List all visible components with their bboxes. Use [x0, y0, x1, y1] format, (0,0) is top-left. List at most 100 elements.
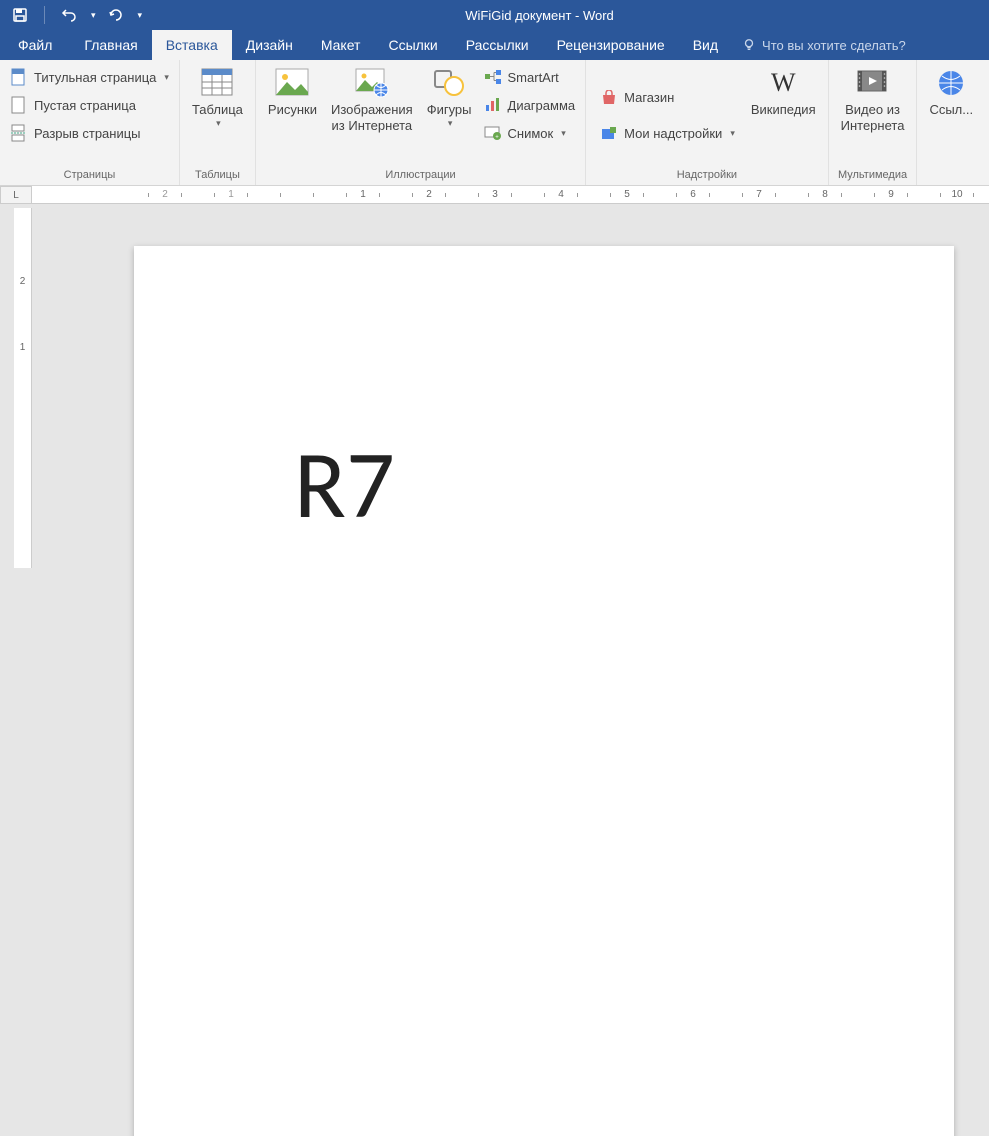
table-icon [200, 66, 234, 100]
online-video-icon [856, 66, 890, 100]
ruler-mark: 6 [660, 186, 726, 203]
ruler-mark: 3 [462, 186, 528, 203]
table-label: Таблица [192, 102, 243, 118]
wikipedia-label: Википедия [751, 102, 816, 118]
chart-icon [484, 96, 502, 114]
ruler-corner[interactable]: L [0, 186, 32, 204]
tab-layout[interactable]: Макет [307, 30, 375, 60]
chevron-down-icon: ▾ [730, 128, 735, 139]
ruler-mark [14, 380, 31, 446]
ruler-mark: 2 [132, 186, 198, 203]
tell-me-placeholder: Что вы хотите сделать? [762, 38, 906, 53]
page-break-button[interactable]: Разрыв страницы [6, 120, 173, 146]
pictures-label: Рисунки [268, 102, 317, 118]
store-button[interactable]: Магазин [596, 85, 739, 111]
chevron-down-icon: ▾ [448, 118, 453, 129]
page-break-icon [10, 124, 28, 142]
smartart-icon [484, 68, 502, 86]
online-pictures-button[interactable]: Изображенияиз Интернета [325, 64, 419, 167]
addins-icon [600, 125, 618, 143]
ruler-mark: 1 [14, 314, 31, 380]
screenshot-label: Снимок [508, 126, 554, 141]
links-button-partial[interactable]: Ссыл... [923, 64, 979, 167]
tab-references[interactable]: Ссылки [374, 30, 451, 60]
cover-page-button[interactable]: Титульная страница ▾ [6, 64, 173, 90]
vertical-ruler[interactable]: 2 1 [14, 208, 32, 568]
shapes-button[interactable]: Фигуры▾ [421, 64, 478, 167]
ruler-mark: 10 [924, 186, 989, 203]
cover-page-icon [10, 68, 28, 86]
online-video-button[interactable]: Видео изИнтернета [835, 64, 911, 167]
redo-button[interactable] [104, 3, 128, 27]
tab-view[interactable]: Вид [679, 30, 732, 60]
document-page[interactable]: R7 [134, 246, 954, 1136]
ruler-mark: 8 [792, 186, 858, 203]
page-break-label: Разрыв страницы [34, 126, 141, 141]
ruler-mark: 9 [858, 186, 924, 203]
group-addins-label: Надстройки [677, 167, 737, 185]
quick-access-toolbar: ▾ ▾ [0, 3, 150, 27]
group-pages: Титульная страница ▾ Пустая страница Раз… [0, 60, 180, 185]
chart-label: Диаграмма [508, 98, 576, 113]
tell-me-search[interactable]: Что вы хотите сделать? [732, 30, 916, 60]
blank-page-button[interactable]: Пустая страница [6, 92, 173, 118]
screenshot-icon: + [484, 124, 502, 142]
tab-design[interactable]: Дизайн [232, 30, 307, 60]
group-media: Видео изИнтернета Мультимедиа [829, 60, 918, 185]
online-video-label1: Видео из [845, 102, 900, 118]
tab-review[interactable]: Рецензирование [543, 30, 679, 60]
blank-page-icon [10, 96, 28, 114]
group-illustrations-label: Иллюстрации [385, 167, 455, 185]
ruler-mark: 7 [726, 186, 792, 203]
group-pages-label: Страницы [64, 167, 116, 185]
screenshot-button[interactable]: + Снимок ▾ [480, 120, 580, 146]
smartart-button[interactable]: SmartArt [480, 64, 580, 90]
ruler-mark [264, 186, 330, 203]
shapes-icon [432, 66, 466, 100]
document-text[interactable]: R7 [294, 426, 794, 543]
my-addins-label: Мои надстройки [624, 126, 722, 141]
store-label: Магазин [624, 90, 674, 105]
ruler-mark: 1 [330, 186, 396, 203]
globe-icon [934, 66, 968, 100]
undo-button[interactable] [57, 3, 81, 27]
undo-dropdown-icon[interactable]: ▾ [91, 10, 96, 21]
qat-separator [44, 6, 45, 24]
smartart-label: SmartArt [508, 70, 559, 85]
blank-page-label: Пустая страница [34, 98, 136, 113]
svg-text:+: + [495, 135, 499, 141]
group-tables: Таблица▾ Таблицы [180, 60, 256, 185]
group-links-partial: Ссыл... [917, 60, 985, 185]
save-button[interactable] [8, 3, 32, 27]
document-area: L 2 1 1 2 3 4 5 6 7 8 9 10 2 1 R7 [0, 186, 989, 568]
ruler-mark: 4 [528, 186, 594, 203]
online-pictures-icon [355, 66, 389, 100]
cover-page-label: Титульная страница [34, 70, 156, 85]
group-media-label: Мультимедиа [838, 167, 907, 185]
qat-customize-icon[interactable]: ▾ [138, 10, 143, 21]
horizontal-ruler[interactable]: 2 1 1 2 3 4 5 6 7 8 9 10 [32, 186, 989, 204]
online-video-label2: Интернета [841, 118, 905, 134]
ruler-mark: 5 [594, 186, 660, 203]
pictures-icon [275, 66, 309, 100]
chart-button[interactable]: Диаграмма [480, 92, 580, 118]
pictures-button[interactable]: Рисунки [262, 64, 323, 167]
wikipedia-button[interactable]: W Википедия [745, 64, 822, 167]
ribbon-tabs: Файл Главная Вставка Дизайн Макет Ссылки… [0, 30, 989, 60]
online-pictures-label1: Изображения [331, 102, 413, 118]
group-illustrations: Рисунки Изображенияиз Интернета Фигуры▾ [256, 60, 586, 185]
tab-home[interactable]: Главная [70, 30, 151, 60]
tab-mailings[interactable]: Рассылки [452, 30, 543, 60]
ruler-mark: 1 [198, 186, 264, 203]
table-button[interactable]: Таблица▾ [186, 64, 249, 167]
ruler-mark: 2 [396, 186, 462, 203]
ribbon: Титульная страница ▾ Пустая страница Раз… [0, 60, 989, 186]
links-label: Ссыл... [929, 102, 973, 118]
my-addins-button[interactable]: Мои надстройки ▾ [596, 121, 739, 147]
tab-insert[interactable]: Вставка [152, 30, 232, 60]
tab-file[interactable]: Файл [0, 30, 70, 60]
store-icon [600, 89, 618, 107]
title-bar: ▾ ▾ WiFiGid документ - Word [0, 0, 989, 30]
window-title: WiFiGid документ - Word [150, 8, 989, 23]
chevron-down-icon: ▾ [561, 128, 566, 139]
